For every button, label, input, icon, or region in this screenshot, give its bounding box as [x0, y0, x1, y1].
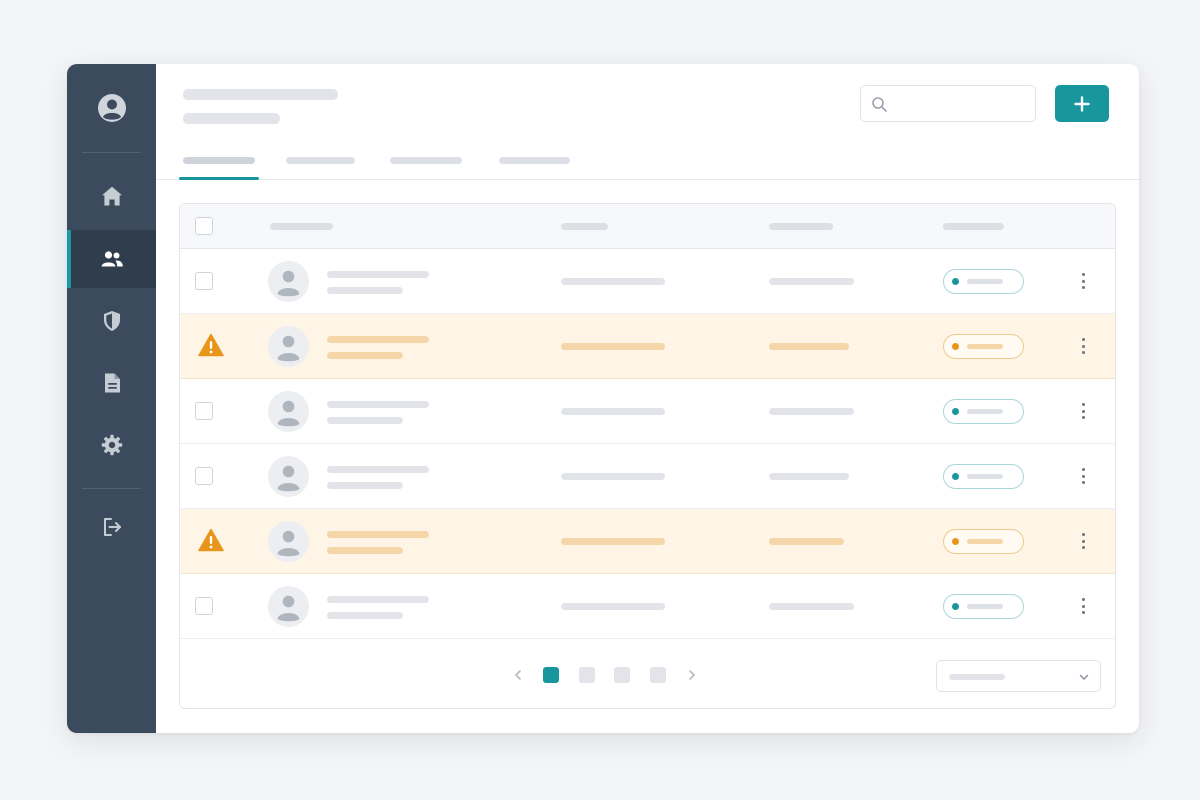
cell-placeholder [561, 473, 665, 480]
tab-2[interactable] [286, 157, 355, 164]
column-header-status[interactable] [943, 223, 1004, 230]
avatar [268, 521, 309, 562]
search-input[interactable] [860, 85, 1036, 122]
user-name-placeholder [327, 401, 429, 408]
app-window [67, 64, 1139, 733]
shield-icon [103, 311, 120, 331]
table-row-warning[interactable] [180, 509, 1115, 574]
cell-placeholder [769, 603, 854, 610]
cell-placeholder [769, 538, 844, 545]
more-options-icon[interactable] [1076, 596, 1090, 616]
cell-placeholder [561, 538, 665, 545]
avatar [268, 391, 309, 432]
active-tab-indicator [179, 177, 259, 180]
sidebar-item-home[interactable] [67, 167, 156, 225]
status-badge-warning [943, 529, 1024, 554]
row-checkbox[interactable] [195, 597, 213, 615]
user-email-placeholder [327, 417, 403, 424]
sidebar-item-security[interactable] [67, 292, 156, 350]
cell-placeholder [561, 343, 665, 350]
page-title-placeholder [183, 89, 338, 100]
home-icon [101, 186, 122, 206]
column-header-3[interactable] [769, 223, 833, 230]
user-name-placeholder [327, 596, 429, 603]
status-badge [943, 269, 1024, 294]
cell-placeholder [769, 473, 849, 480]
column-header-2[interactable] [561, 223, 608, 230]
user-email-placeholder [327, 482, 403, 489]
user-name-placeholder [327, 531, 429, 538]
search-icon [872, 97, 887, 112]
rows-per-page-select[interactable] [936, 660, 1101, 692]
tab-1[interactable] [183, 157, 255, 164]
more-options-icon[interactable] [1076, 531, 1090, 551]
more-options-icon[interactable] [1076, 336, 1090, 356]
avatar [268, 261, 309, 302]
chevron-left-icon[interactable] [512, 669, 524, 681]
gear-icon [101, 434, 122, 456]
status-badge [943, 399, 1024, 424]
cell-placeholder [561, 603, 665, 610]
table-row[interactable] [180, 444, 1115, 509]
avatar [268, 586, 309, 627]
logout-icon [103, 518, 121, 536]
page-header [156, 64, 1139, 180]
user-name-placeholder [327, 466, 429, 473]
user-email-placeholder [327, 612, 403, 619]
warning-icon [198, 333, 224, 357]
page-button-1[interactable] [543, 667, 559, 683]
table-row[interactable] [180, 574, 1115, 639]
chevron-down-icon [1079, 674, 1089, 680]
column-header-name[interactable] [270, 223, 333, 230]
profile-avatar-icon[interactable] [97, 93, 127, 123]
page-button-3[interactable] [614, 667, 630, 683]
add-button[interactable] [1055, 85, 1109, 122]
cell-placeholder [769, 278, 854, 285]
chevron-right-icon[interactable] [686, 669, 698, 681]
table-row[interactable] [180, 379, 1115, 444]
select-all-checkbox[interactable] [195, 217, 213, 235]
user-email-placeholder [327, 287, 403, 294]
table-row[interactable] [180, 249, 1115, 314]
user-email-placeholder [327, 547, 403, 554]
more-options-icon[interactable] [1076, 466, 1090, 486]
cell-placeholder [561, 408, 665, 415]
row-checkbox[interactable] [195, 402, 213, 420]
more-options-icon[interactable] [1076, 271, 1090, 291]
users-table [179, 203, 1116, 709]
user-name-placeholder [327, 336, 429, 343]
sidebar-divider [82, 152, 141, 153]
rows-per-page-value [949, 674, 1005, 680]
page-button-2[interactable] [579, 667, 595, 683]
status-badge [943, 464, 1024, 489]
more-options-icon[interactable] [1076, 401, 1090, 421]
user-name-placeholder [327, 271, 429, 278]
sidebar [67, 64, 156, 733]
table-row-warning[interactable] [180, 314, 1115, 379]
document-icon [104, 373, 120, 393]
page-button-4[interactable] [650, 667, 666, 683]
status-badge-warning [943, 334, 1024, 359]
cell-placeholder [561, 278, 665, 285]
tab-4[interactable] [499, 157, 570, 164]
user-email-placeholder [327, 352, 403, 359]
cell-placeholder [769, 408, 854, 415]
sidebar-item-logout[interactable] [67, 498, 156, 556]
status-badge [943, 594, 1024, 619]
avatar [268, 326, 309, 367]
row-checkbox[interactable] [195, 467, 213, 485]
warning-icon [198, 528, 224, 552]
users-icon [101, 251, 123, 267]
plus-icon [1074, 95, 1090, 112]
sidebar-item-settings[interactable] [67, 416, 156, 474]
avatar [268, 456, 309, 497]
cell-placeholder [769, 343, 849, 350]
tab-3[interactable] [390, 157, 462, 164]
sidebar-item-documents[interactable] [67, 354, 156, 412]
page-subtitle-placeholder [183, 113, 280, 124]
sidebar-item-users[interactable] [67, 230, 156, 288]
table-header [180, 204, 1115, 249]
row-checkbox[interactable] [195, 272, 213, 290]
sidebar-divider [82, 488, 141, 489]
